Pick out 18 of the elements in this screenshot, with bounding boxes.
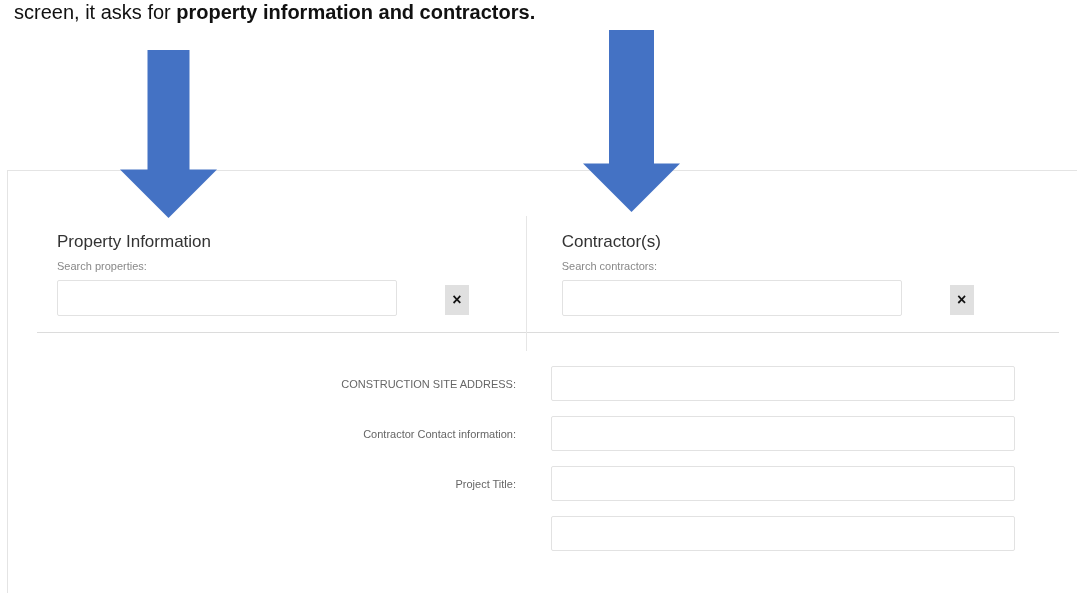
down-arrow-icon	[120, 50, 217, 218]
clear-button[interactable]: ×	[949, 285, 974, 315]
field-label: Search contractors:	[561, 260, 658, 272]
field-label: Project Title:	[454, 477, 516, 490]
field-label: CONSTRUCTION SITE ADDRESS:	[340, 377, 516, 390]
clear-button[interactable]: ×	[445, 285, 469, 315]
text-field[interactable]	[551, 516, 1015, 551]
text-field[interactable]	[551, 416, 1015, 451]
down-arrow-icon	[583, 30, 680, 212]
section-title: Property Information	[57, 232, 211, 252]
field-label: Contractor Contact information:	[362, 427, 516, 440]
field-label: Search properties:	[57, 260, 147, 272]
search-field[interactable]	[561, 280, 902, 316]
text-field[interactable]	[551, 366, 1015, 401]
text-field[interactable]	[551, 466, 1015, 501]
section-title: Contractor(s)	[561, 232, 661, 252]
caption-text: screen, it asks for property information and contractors.	[13, 0, 537, 25]
search-field[interactable]	[57, 280, 397, 316]
